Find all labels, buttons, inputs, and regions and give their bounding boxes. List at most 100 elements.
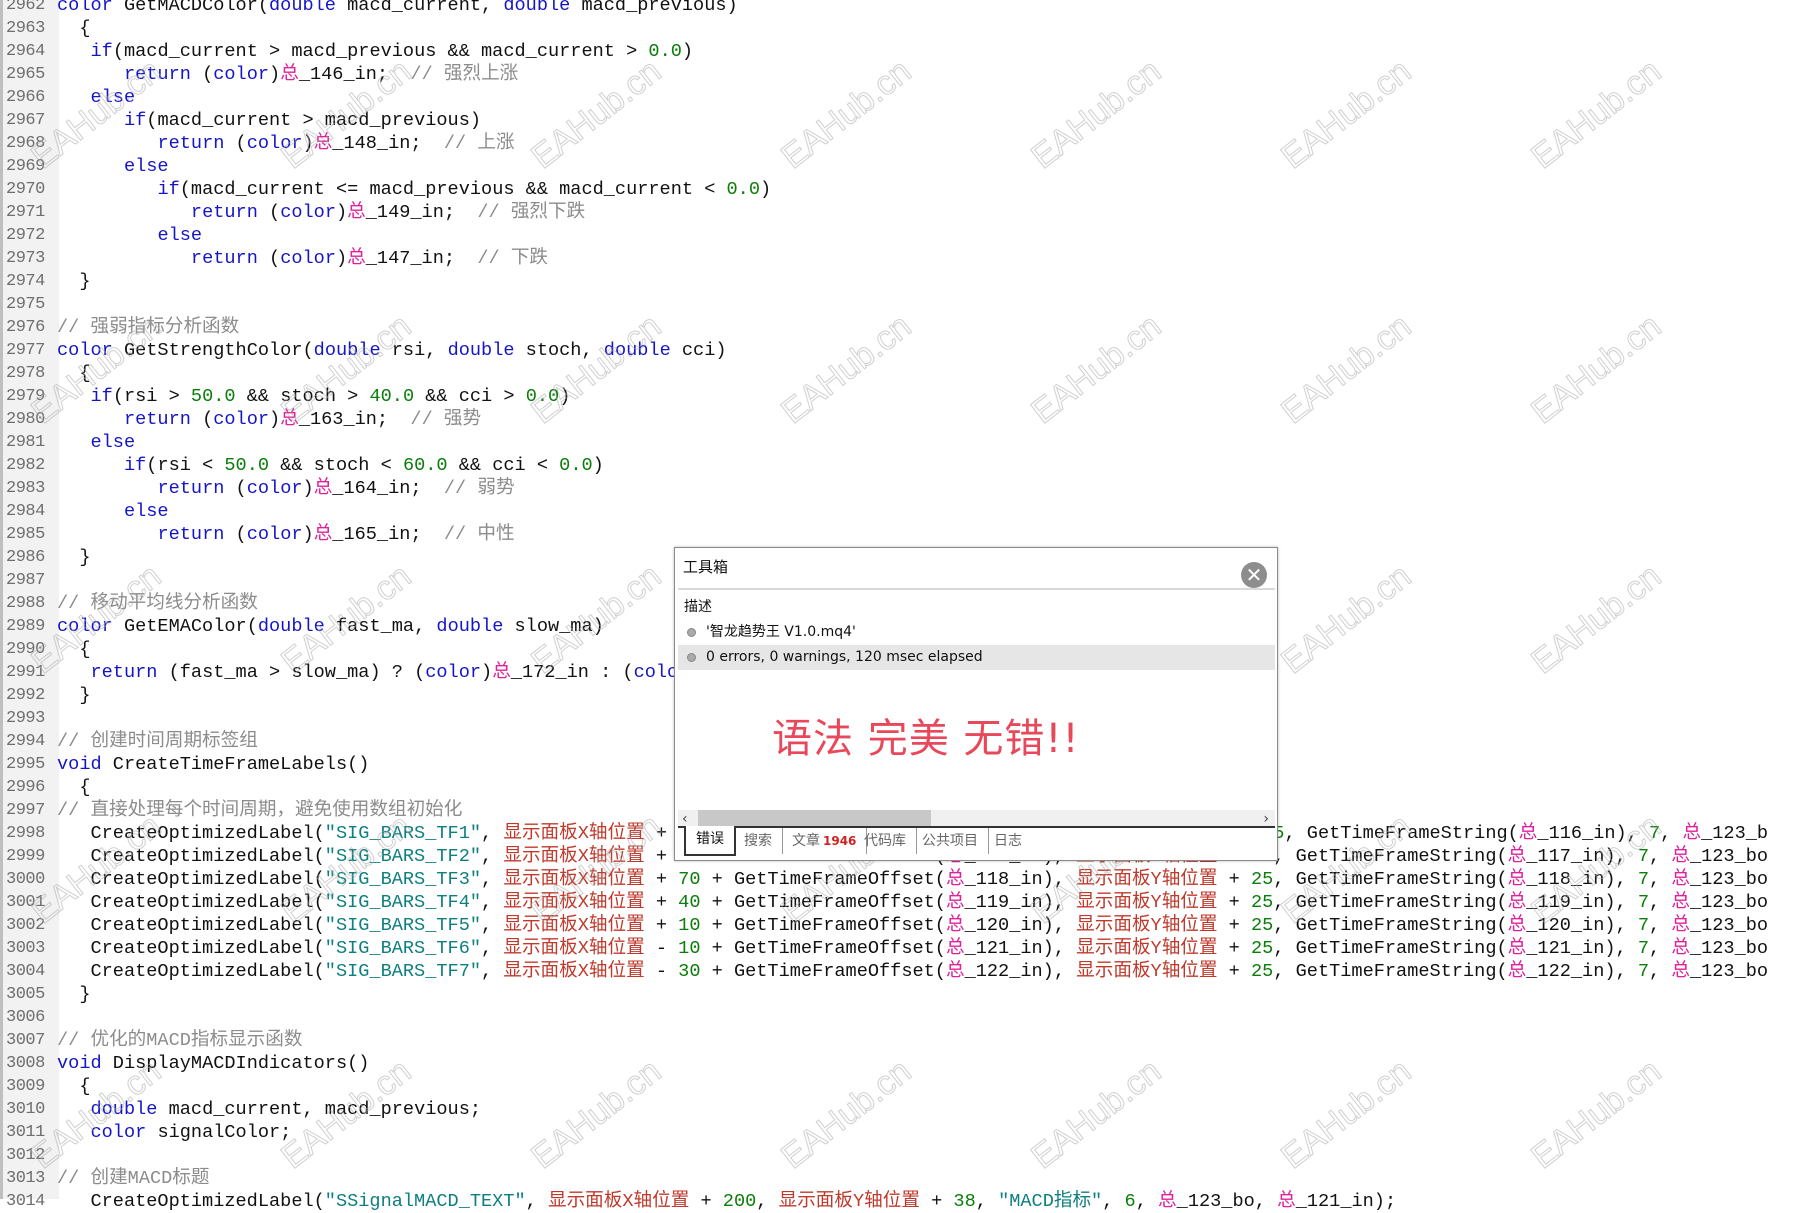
code-line[interactable]: 3003 CreateOptimizedLabel("SIG_BARS_TF6"… <box>0 937 1807 960</box>
code-line[interactable]: 2963 { <box>0 17 1807 40</box>
code-token: _119_in), <box>964 892 1077 913</box>
code-line[interactable]: 3008 void DisplayMACDIndicators() <box>0 1052 1807 1075</box>
code-token: color <box>57 0 113 16</box>
code-line[interactable]: 3001 CreateOptimizedLabel("SIG_BARS_TF4"… <box>0 891 1807 914</box>
code-line[interactable]: 2979 if(rsi > 50.0 && stoch > 40.0 && cc… <box>0 385 1807 408</box>
code-text: { <box>57 776 90 799</box>
code-line[interactable]: 3006 <box>0 1006 1807 1029</box>
code-token: stoch, <box>514 340 604 361</box>
code-line[interactable]: 2968 return (color)总_148_in; // 上涨 <box>0 132 1807 155</box>
code-line[interactable]: 3012 <box>0 1144 1807 1167</box>
code-token: + GetTimeFrameOffset( <box>700 915 946 936</box>
code-token: CreateOptimizedLabel( <box>57 961 325 982</box>
code-line[interactable]: 3005 } <box>0 983 1807 1006</box>
code-line[interactable]: 3002 CreateOptimizedLabel("SIG_BARS_TF5"… <box>0 914 1807 937</box>
code-token: _123_b <box>1701 823 1769 844</box>
tab-public-projects[interactable]: 公共项目 <box>912 828 989 854</box>
code-line[interactable]: 3014 CreateOptimizedLabel("SSignalMACD_T… <box>0 1190 1807 1213</box>
code-line[interactable]: 3000 CreateOptimizedLabel("SIG_BARS_TF3"… <box>0 868 1807 891</box>
code-token: color <box>90 1122 147 1143</box>
code-token: 7 <box>1637 869 1650 890</box>
close-icon[interactable]: ✕ <box>1241 562 1267 588</box>
code-token: 总 <box>1682 823 1702 844</box>
line-number: 2985 <box>6 525 45 544</box>
line-number: 2991 <box>6 663 45 682</box>
code-token: 0.0 <box>525 386 560 407</box>
code-line[interactable]: 2985 return (color)总_165_in; // 中性 <box>0 523 1807 546</box>
code-line[interactable]: 2970 if(macd_current <= macd_previous &&… <box>0 178 1807 201</box>
code-token: 总 <box>313 133 333 154</box>
code-token: + <box>1217 961 1251 982</box>
code-line[interactable]: 2975 <box>0 293 1807 316</box>
info-icon <box>687 628 696 637</box>
code-line[interactable]: 3013 // 创建MACD标题 <box>0 1167 1807 1190</box>
tab-search[interactable]: 搜索 <box>734 828 783 854</box>
code-token: // 优化的MACD指标显示函数 <box>57 1030 303 1051</box>
code-line[interactable]: 2977 color GetStrengthColor(double rsi, d… <box>0 339 1807 362</box>
code-text: { <box>57 638 90 661</box>
code-token: CreateOptimizedLabel( <box>57 938 325 959</box>
code-token: 0.0 <box>726 179 760 200</box>
code-line[interactable]: 2964 if(macd_current > macd_previous && … <box>0 40 1807 63</box>
code-line[interactable]: 2976 // 强弱指标分析函数 <box>0 316 1807 339</box>
syntax-ok-message: 语法 完美 无错!! <box>772 716 1080 762</box>
code-line[interactable]: 2962 color GetMACDColor(double macd_curre… <box>0 0 1807 17</box>
code-token: void <box>57 754 102 775</box>
code-line[interactable]: 3007 // 优化的MACD指标显示函数 <box>0 1029 1807 1052</box>
code-token: , GetTimeFrameString( <box>1273 892 1508 913</box>
code-token: DisplayMACDIndicators() <box>101 1053 370 1074</box>
code-text: // 创建MACD标题 <box>57 1167 209 1190</box>
code-line[interactable]: 2967 if(macd_current > macd_previous) <box>0 109 1807 132</box>
code-line[interactable]: 2965 return (color)总_146_in; // 强烈上涨 <box>0 63 1807 86</box>
code-token: 总 <box>1671 846 1690 867</box>
code-token: _122_in), <box>964 961 1077 982</box>
list-item[interactable]: 0 errors, 0 warnings, 120 msec elapsed <box>678 645 1275 670</box>
code-token: macd_previous) <box>570 0 738 16</box>
code-token: , <box>1649 961 1672 982</box>
code-line[interactable]: 2971 return (color)总_149_in; // 强烈下跌 <box>0 201 1807 224</box>
code-line[interactable]: 2982 if(rsi < 50.0 && stoch < 60.0 && cc… <box>0 454 1807 477</box>
code-line[interactable]: 2978 { <box>0 362 1807 385</box>
code-token: } <box>57 685 91 706</box>
code-token: - <box>644 938 679 959</box>
code-line[interactable]: 2984 else <box>0 500 1807 523</box>
code-token: double <box>447 340 515 361</box>
code-token: _118_in), <box>1526 869 1638 890</box>
code-line[interactable]: 2969 else <box>0 155 1807 178</box>
code-line[interactable]: 3010 double macd_current, macd_previous; <box>0 1098 1807 1121</box>
code-token: 200 <box>722 1191 757 1212</box>
code-line[interactable]: 3009 { <box>0 1075 1807 1098</box>
code-line[interactable]: 3011 color signalColor; <box>0 1121 1807 1144</box>
code-token: 总 <box>1518 823 1538 844</box>
code-line[interactable]: 3004 CreateOptimizedLabel("SIG_BARS_TF7"… <box>0 960 1807 983</box>
code-line[interactable]: 2981 else <box>0 431 1807 454</box>
code-text: { <box>57 362 90 385</box>
code-line[interactable]: 2972 else <box>0 224 1807 247</box>
code-token: _116_in), <box>1537 823 1649 844</box>
line-number: 2997 <box>6 801 45 820</box>
code-token: 40 <box>678 892 701 913</box>
code-token: 显示面板Y轴位置 <box>1076 915 1218 936</box>
list-item[interactable]: '智龙趋势王 V1.0.mq4' <box>678 620 1275 645</box>
tab-errors[interactable]: 错误 <box>684 826 736 856</box>
code-token: , <box>1649 938 1672 959</box>
code-line[interactable]: 2973 return (color)总_147_in; // 下跌 <box>0 247 1807 270</box>
code-line[interactable]: 2983 return (color)总_164_in; // 弱势 <box>0 477 1807 500</box>
code-token: _122_in), <box>1526 961 1638 982</box>
line-number: 2970 <box>6 180 45 199</box>
code-line[interactable]: 2966 else <box>0 86 1807 109</box>
code-text: return (fast_ma > slow_ma) ? (color)总_17… <box>57 661 678 684</box>
code-token: ) <box>592 455 604 476</box>
code-line[interactable]: 2974 } <box>0 270 1807 293</box>
code-line[interactable]: 2980 return (color)总_163_in; // 强势 <box>0 408 1807 431</box>
line-number: 3010 <box>6 1100 45 1119</box>
code-token: , <box>481 823 504 844</box>
code-token: { <box>57 18 91 39</box>
tab-code-base[interactable]: 代码库 <box>854 828 917 854</box>
tab-journal[interactable]: 日志 <box>984 828 1032 854</box>
